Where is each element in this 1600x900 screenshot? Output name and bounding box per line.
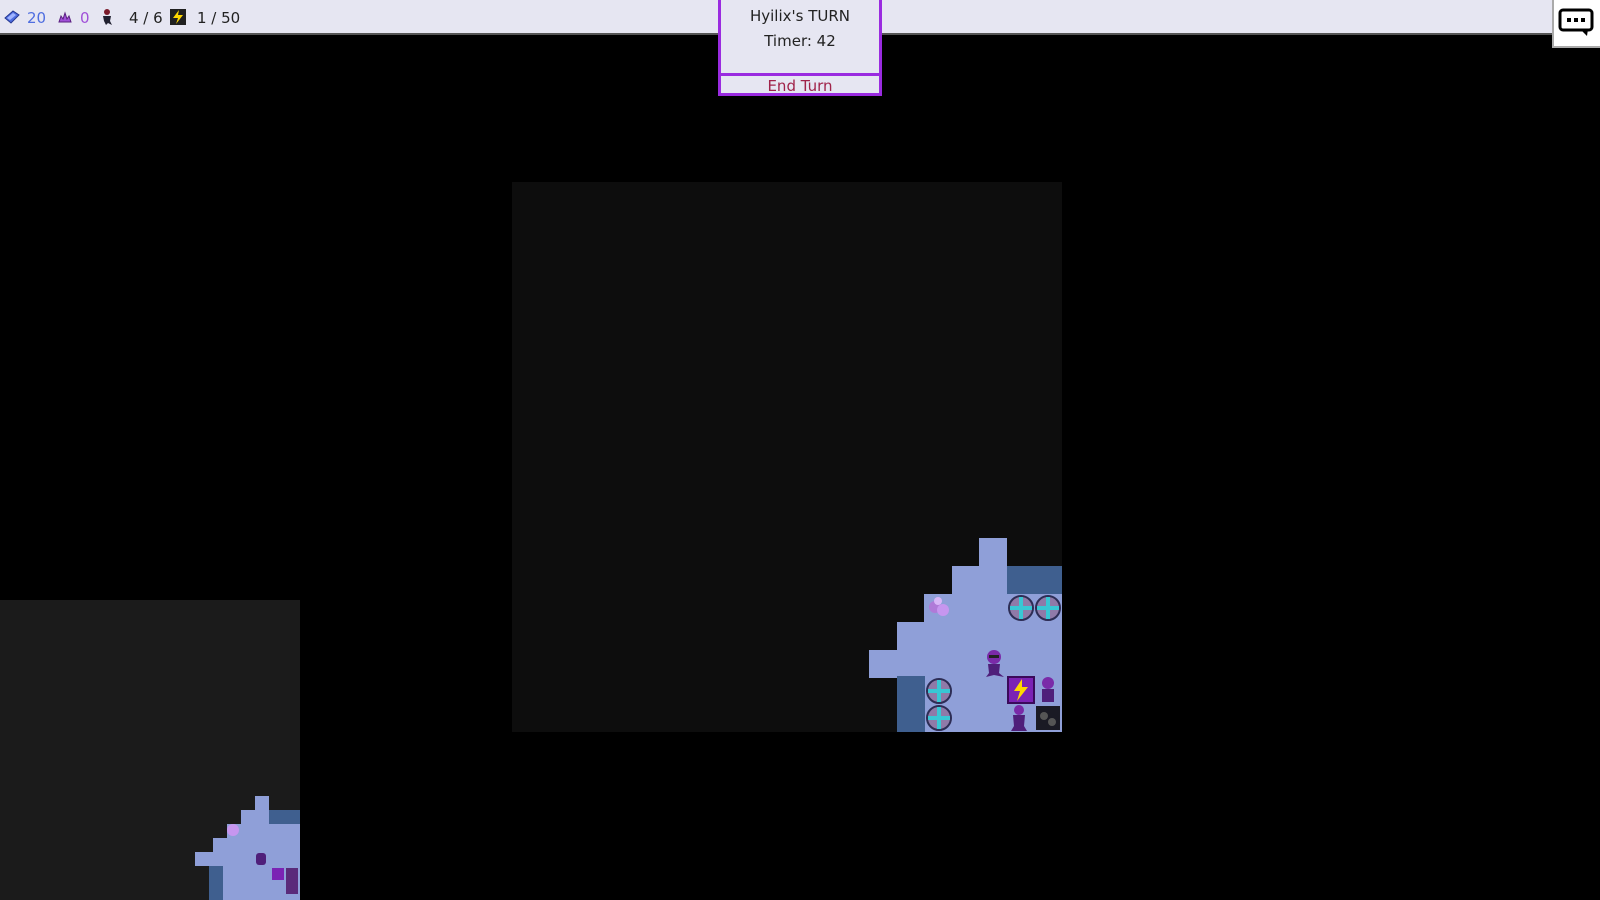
water-tile[interactable] <box>1007 566 1062 594</box>
minimap-floor <box>255 796 269 810</box>
turn-label: Hyilix's TURN <box>749 7 851 25</box>
turn-timer: Timer: 42 <box>764 32 836 50</box>
minimap[interactable] <box>0 600 300 900</box>
minimap-floor <box>195 852 300 866</box>
chat-button[interactable] <box>1552 0 1600 48</box>
floor-tile[interactable] <box>869 650 1062 678</box>
minimap-unit <box>256 853 266 865</box>
floor-tile[interactable] <box>979 538 1007 566</box>
minimap-water <box>209 866 223 900</box>
energy-pickup[interactable] <box>1007 676 1035 704</box>
turn-panel: Hyilix's TURN Timer: 42 End Turn <box>718 0 882 96</box>
crystals-count: 20 <box>27 9 47 27</box>
minimap-energy <box>272 868 284 880</box>
crystal-ore[interactable] <box>926 595 952 621</box>
minimap-floor <box>241 810 269 824</box>
minimap-ore <box>227 824 239 836</box>
crystal-icon <box>4 10 20 24</box>
game-board[interactable] <box>512 182 1062 732</box>
enemy-units[interactable] <box>1034 676 1062 732</box>
minimap-floor <box>213 838 300 852</box>
energy-count: 1 / 50 <box>197 9 241 27</box>
minimap-water <box>269 810 300 824</box>
essence-count: 0 <box>80 9 90 27</box>
floor-tile[interactable] <box>952 566 1007 594</box>
minimap-enemy <box>286 868 298 894</box>
player-unit[interactable] <box>980 649 1008 679</box>
essence-icon <box>58 11 72 23</box>
water-tile[interactable] <box>897 676 925 732</box>
energy-icon <box>170 9 186 25</box>
unit-icon <box>103 9 112 25</box>
unit-count: 4 / 6 <box>129 9 163 27</box>
player-unit[interactable] <box>1005 704 1033 732</box>
chat-icon <box>1558 8 1594 36</box>
barrier-pair[interactable] <box>925 677 953 732</box>
floor-tile[interactable] <box>897 622 1062 650</box>
barrier-pair[interactable] <box>1007 594 1062 622</box>
end-turn-button[interactable]: End Turn <box>721 73 879 96</box>
